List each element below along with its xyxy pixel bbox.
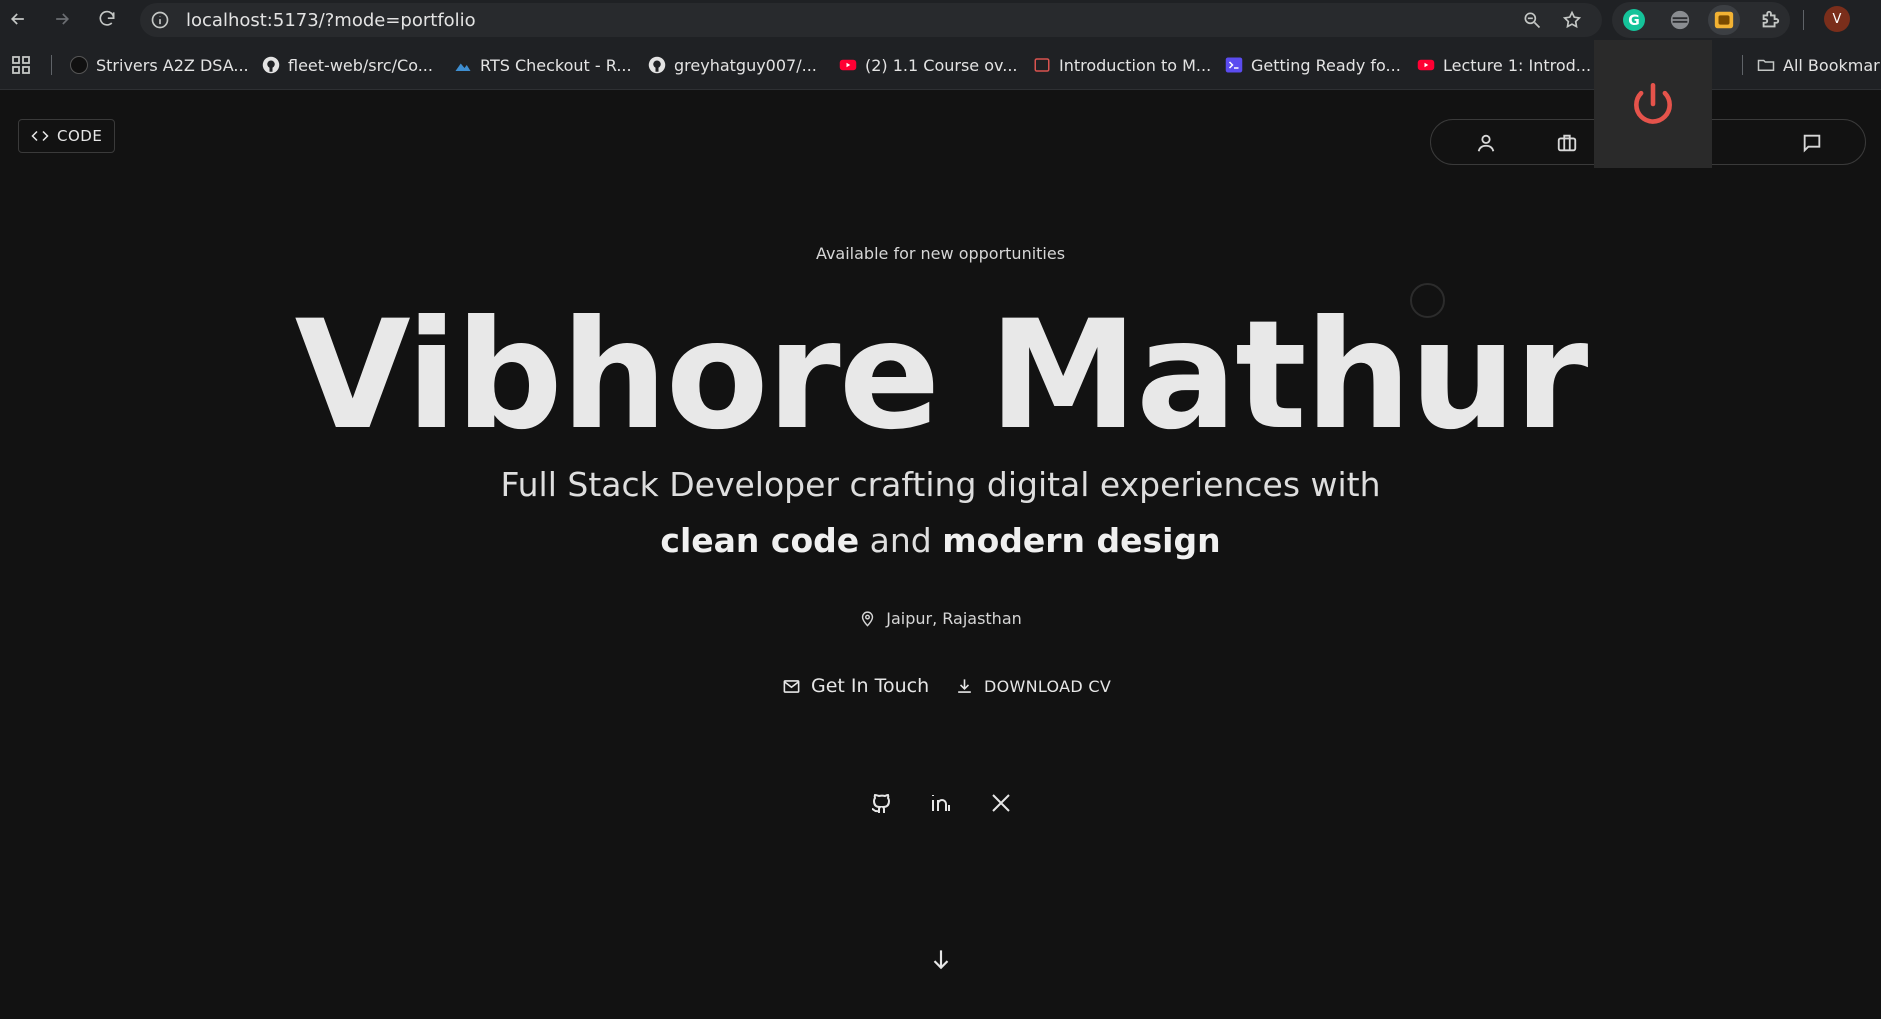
message-icon[interactable] [1801, 132, 1823, 154]
tuf-icon [70, 56, 88, 74]
power-icon[interactable] [1628, 79, 1678, 129]
youtube-icon [1417, 59, 1435, 71]
browser-toolbar: localhost:5173/?mode=portfolio G V [0, 0, 1881, 40]
reload-icon [99, 10, 115, 26]
apps-grid-icon[interactable] [12, 56, 30, 74]
github-icon [648, 56, 666, 74]
github-icon [262, 56, 280, 74]
cursor-circle [1410, 283, 1445, 318]
bookmark-label: greyhatguy007/... [674, 55, 817, 75]
grammarly-extension[interactable]: G [1618, 5, 1650, 35]
bookmark-label: Strivers A2Z DSA... [96, 55, 249, 75]
bookmark-item[interactable]: Introduction to M... [1033, 53, 1211, 77]
reload-button[interactable] [93, 5, 121, 33]
get-in-touch-label: Get In Touch [811, 675, 930, 697]
download-cv-label: DOWNLOAD CV [984, 676, 1112, 696]
bookmark-item[interactable]: greyhatguy007/... [648, 53, 817, 77]
puzzle-icon [1762, 10, 1780, 28]
extensions-menu[interactable] [1754, 5, 1786, 35]
globe-icon [1670, 10, 1690, 30]
folder-icon [1757, 59, 1775, 71]
bookmark-label: All Bookmarks [1783, 55, 1881, 75]
bookmarks-divider [1742, 55, 1743, 75]
vpn-extension[interactable] [1664, 5, 1696, 35]
zoom-icon[interactable] [1522, 10, 1542, 30]
terminal-icon [1225, 57, 1243, 73]
portfolio-page: CODE Available for new opportunities Vib… [0, 91, 1881, 1019]
bookmark-label: fleet-web/src/Co... [288, 55, 433, 75]
bookmark-star-icon[interactable] [1562, 10, 1582, 30]
map-pin-icon [862, 611, 874, 627]
bookmark-item[interactable]: (2) 1.1 Course ov... [839, 53, 1018, 77]
arrow-right-icon [56, 13, 70, 25]
bookmark-label: RTS Checkout - R... [480, 55, 632, 75]
bookmark-item[interactable]: RTS Checkout - R... [454, 53, 632, 77]
toolbar-divider [1803, 10, 1804, 30]
social-links [0, 791, 1881, 815]
x-twitter-icon[interactable] [989, 791, 1013, 815]
location-text: Jaipur, Rajasthan [886, 609, 1022, 628]
bookmark-label: (2) 1.1 Course ov... [865, 55, 1018, 75]
code-mode-button[interactable]: CODE [18, 119, 116, 153]
code-brackets-icon [31, 130, 49, 142]
grammarly-icon: G [1623, 9, 1645, 31]
svg-text:G: G [1628, 13, 1640, 29]
mail-icon [783, 679, 800, 693]
bookmark-item[interactable]: Strivers A2Z DSA... [70, 53, 249, 77]
code-button-label: CODE [57, 127, 103, 145]
bookmark-label: Lecture 1: Introd... [1443, 55, 1592, 75]
course-icon [1034, 58, 1050, 72]
get-in-touch-button[interactable]: Get In Touch [782, 666, 929, 706]
location: Jaipur, Rajasthan [0, 609, 1881, 628]
tagline-conjunction: and [859, 521, 943, 560]
download-cv-button[interactable]: DOWNLOAD CV [955, 666, 1111, 706]
bookmark-item[interactable]: Lecture 1: Introd... [1417, 53, 1591, 77]
forward-button[interactable] [48, 5, 76, 33]
bookmark-label: Introduction to M... [1059, 55, 1212, 75]
tagline-line-1: Full Stack Developer crafting digital ex… [500, 465, 1381, 504]
bookmark-label: Getting Ready fo... [1251, 55, 1401, 75]
tagline-line-2: clean code and modern design [0, 521, 1881, 560]
tagline-bold-1: clean code [660, 521, 860, 560]
extension-app-icon [1714, 11, 1734, 29]
active-extension[interactable] [1708, 5, 1740, 35]
github-icon[interactable] [869, 791, 893, 815]
linkedin-icon[interactable] [929, 791, 953, 815]
hero-name: Vibhore Mathur [294, 289, 1589, 463]
profile-avatar[interactable]: V [1824, 6, 1850, 32]
info-icon[interactable] [150, 10, 170, 30]
tagline-bold-2: modern design [942, 521, 1221, 560]
user-icon[interactable] [1475, 132, 1497, 154]
url-text[interactable]: localhost:5173/?mode=portfolio [186, 10, 476, 31]
arrow-left-icon [10, 13, 24, 25]
bookmark-item[interactable]: Getting Ready fo... [1225, 53, 1401, 77]
availability-text: Available for new opportunities [815, 244, 1066, 263]
back-button[interactable] [4, 5, 32, 33]
download-icon [958, 678, 971, 693]
all-bookmarks-button[interactable]: All Bookmarks [1757, 53, 1881, 77]
bookmark-item[interactable]: fleet-web/src/Co... [262, 53, 433, 77]
scroll-down-icon[interactable] [928, 946, 954, 972]
youtube-icon [839, 59, 857, 71]
extension-popup [1594, 40, 1712, 168]
bookmarks-divider [51, 55, 52, 75]
address-bar[interactable]: localhost:5173/?mode=portfolio [140, 3, 1602, 37]
briefcase-icon[interactable] [1556, 132, 1578, 154]
rts-icon [455, 63, 471, 71]
